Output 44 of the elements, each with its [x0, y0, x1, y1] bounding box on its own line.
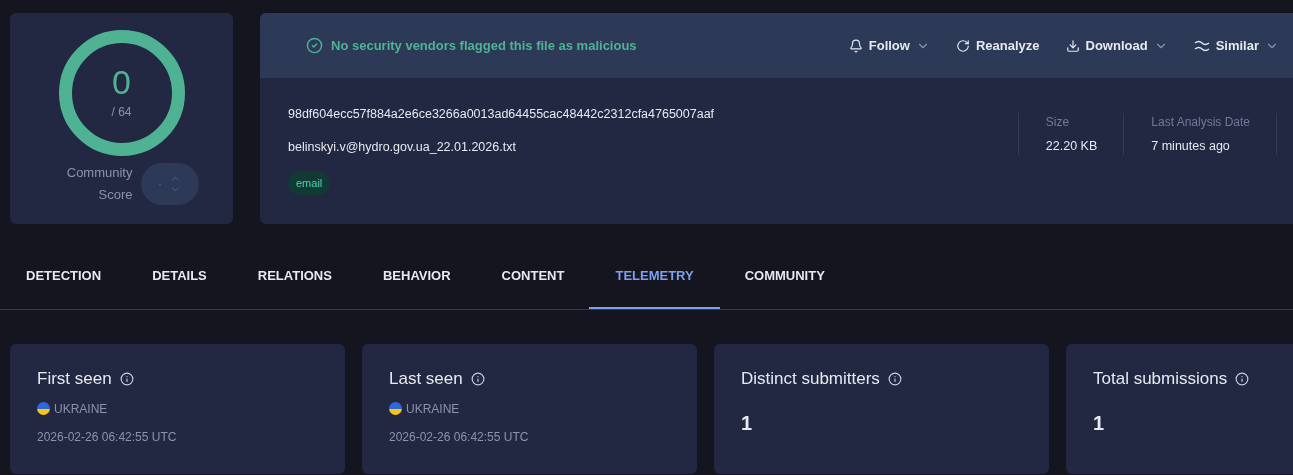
count-value: 1 — [741, 410, 754, 436]
file-tag[interactable]: email — [288, 170, 331, 195]
flag-icon — [389, 402, 402, 415]
stat-value: 22.20 KB — [1045, 138, 1098, 155]
info-icon[interactable] — [887, 371, 902, 386]
status-message: No security vendors flagged this file as malicious — [331, 36, 637, 55]
vote-count: · — [158, 176, 162, 193]
score-total: / 64 — [111, 104, 132, 121]
flag-icon — [37, 402, 50, 415]
action-button[interactable]: Download — [1065, 35, 1168, 56]
tab[interactable]: BEHAVIOR — [382, 245, 451, 309]
score-value: 0 — [112, 65, 131, 99]
seen-date: 2026-02-26 06:42:55 UTC — [389, 428, 530, 446]
refresh-icon — [955, 38, 970, 53]
wave-lines-icon — [1193, 39, 1210, 52]
file-name: belinskyi.v@hydro.gov.ua_22.01.2026.txt — [288, 138, 517, 156]
tab[interactable]: TELEMETRY — [589, 245, 720, 309]
card-title: Last seen — [389, 368, 463, 390]
tab[interactable]: COMMUNITY — [744, 245, 825, 309]
stat-label: Last Analysis Date — [1151, 114, 1250, 131]
stat-label: Size — [1045, 114, 1071, 131]
info-icon[interactable] — [470, 371, 485, 386]
card-title: First seen — [37, 368, 112, 390]
count-value: 1 — [1093, 410, 1106, 436]
community-score-label: Community Score — [65, 164, 133, 204]
tab[interactable]: RELATIONS — [257, 245, 332, 309]
bell-icon — [848, 38, 863, 53]
card-title: Total submissions — [1093, 368, 1228, 390]
card-title: Distinct submitters — [741, 368, 880, 390]
country-name: UKRAINE — [406, 400, 460, 418]
download-icon — [1065, 38, 1080, 53]
info-icon[interactable] — [1235, 371, 1250, 386]
action-button[interactable]: Similar — [1193, 35, 1279, 56]
country-name: UKRAINE — [54, 400, 108, 418]
seen-date: 2026-02-26 06:42:55 UTC — [37, 428, 178, 446]
tab[interactable]: DETAILS — [152, 245, 207, 309]
action-button[interactable]: Reanalyze — [955, 35, 1040, 56]
info-icon[interactable] — [119, 371, 134, 386]
action-button[interactable]: Follow — [848, 35, 930, 56]
tab[interactable]: CONTENT — [501, 245, 565, 309]
stat-value: 7 minutes ago — [1151, 138, 1231, 155]
file-hash: 98df604ecc57f884a2e6ce3266a0013ad64455cac48442c2312cfa4765007aaf — [288, 106, 716, 123]
tab[interactable]: DETECTION — [26, 245, 102, 309]
check-circle-icon — [306, 37, 323, 54]
